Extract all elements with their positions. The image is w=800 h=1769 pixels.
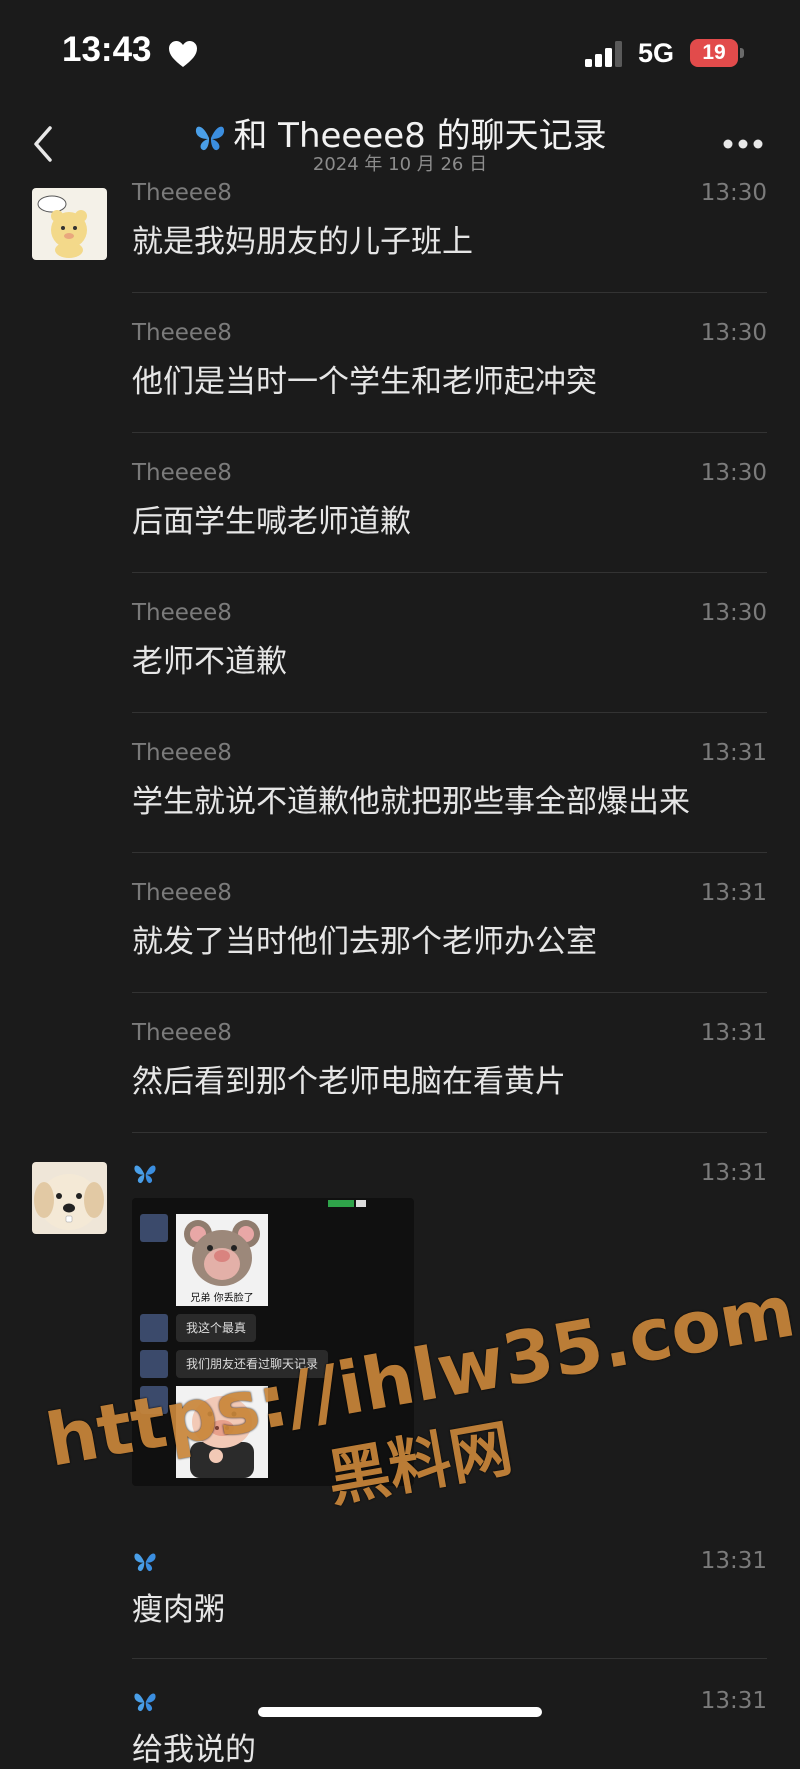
image-status-mark [356, 1200, 366, 1207]
divider [132, 572, 767, 573]
avatar-dog-icon [32, 1162, 107, 1234]
message-text: 就发了当时他们去那个老师办公室 [132, 924, 597, 960]
message-text: 给我说的 [132, 1732, 256, 1768]
divider [132, 712, 767, 713]
message-time: 13:31 [700, 1160, 767, 1186]
status-bar: 13:43 5G 19 [0, 0, 800, 100]
butterfly-icon [196, 126, 225, 150]
divider [132, 292, 767, 293]
mini-avatar [140, 1214, 168, 1242]
heart-icon [169, 41, 197, 67]
message-item[interactable]: Theeee8 13:31 学生就说不道歉他就把那些事全部爆出来 [132, 740, 767, 820]
message-time: 13:30 [700, 460, 767, 486]
message-item[interactable]: Theeee8 13:31 然后看到那个老师电脑在看黄片 [132, 1020, 767, 1100]
message-item[interactable]: Theeee8 13:30 后面学生喊老师道歉 [132, 460, 767, 540]
message-time: 13:30 [700, 600, 767, 626]
message-item[interactable]: Theeee8 13:30 就是我妈朋友的儿子班上 [132, 180, 767, 260]
message-text: 后面学生喊老师道歉 [132, 504, 411, 540]
nav-bar: 和 Theeee8 的聊天记录 2024 年 10 月 26 日 [0, 100, 800, 188]
message-time: 13:31 [700, 1548, 767, 1574]
message-item-header: 13:31 [132, 1160, 767, 1196]
divider [132, 1658, 767, 1659]
message-time: 13:31 [700, 1688, 767, 1714]
divider [132, 992, 767, 993]
avatar-cartoon-icon [32, 188, 107, 260]
network-label: 5G [638, 38, 675, 68]
sticker-caption: 兄弟 你丢脸了 [190, 1293, 254, 1304]
page-date: 2024 年 10 月 26 日 [312, 154, 488, 175]
message-time: 13:31 [700, 880, 767, 906]
quoted-bubble: 我这个最真 [176, 1314, 257, 1342]
message-text: 他们是当时一个学生和老师起冲突 [132, 364, 597, 400]
battery-icon: 19 [690, 39, 738, 67]
rat-sticker-icon [184, 1220, 260, 1286]
message-sender: Theeee8 [132, 740, 232, 766]
message-sender: Theeee8 [132, 320, 232, 346]
message-item[interactable]: Theeee8 13:30 他们是当时一个学生和老师起冲突 [132, 320, 767, 400]
image-status-mark [328, 1200, 354, 1207]
status-time: 13:43 [62, 30, 152, 69]
message-item[interactable]: 13:31 给我说的 [132, 1688, 767, 1768]
message-text: 学生就说不道歉他就把那些事全部爆出来 [132, 784, 690, 820]
message-time: 13:30 [700, 180, 767, 206]
avatar-self[interactable] [32, 1162, 107, 1234]
message-sender: Theeee8 [132, 1020, 232, 1046]
divider [132, 852, 767, 853]
message-text: 瘦肉粥 [132, 1592, 225, 1628]
message-item[interactable]: Theeee8 13:30 老师不道歉 [132, 600, 767, 680]
butterfly-icon [134, 1165, 156, 1184]
message-text: 然后看到那个老师电脑在看黄片 [132, 1064, 566, 1100]
mini-avatar [140, 1314, 168, 1342]
message-sender: Theeee8 [132, 600, 232, 626]
mini-avatar [140, 1350, 168, 1378]
divider [132, 432, 767, 433]
sticker-rat-image: 兄弟 你丢脸了 [176, 1214, 268, 1306]
message-text: 就是我妈朋友的儿子班上 [132, 224, 473, 260]
message-time: 13:31 [700, 1020, 767, 1046]
battery-cap [740, 48, 744, 58]
more-icon[interactable] [722, 138, 764, 150]
message-sender: Theeee8 [132, 880, 232, 906]
home-indicator[interactable] [258, 1707, 542, 1717]
avatar-theeee8[interactable] [32, 188, 107, 260]
battery-level: 19 [702, 41, 726, 64]
butterfly-icon [134, 1693, 156, 1712]
message-time: 13:30 [700, 320, 767, 346]
divider [132, 1132, 767, 1133]
message-text: 老师不道歉 [132, 644, 287, 680]
message-sender: Theeee8 [132, 180, 232, 206]
message-time: 13:31 [700, 740, 767, 766]
message-sender: Theeee8 [132, 460, 232, 486]
signal-icon [585, 41, 622, 67]
message-item[interactable]: Theeee8 13:31 就发了当时他们去那个老师办公室 [132, 880, 767, 960]
message-item[interactable]: 13:31 瘦肉粥 [132, 1548, 767, 1628]
